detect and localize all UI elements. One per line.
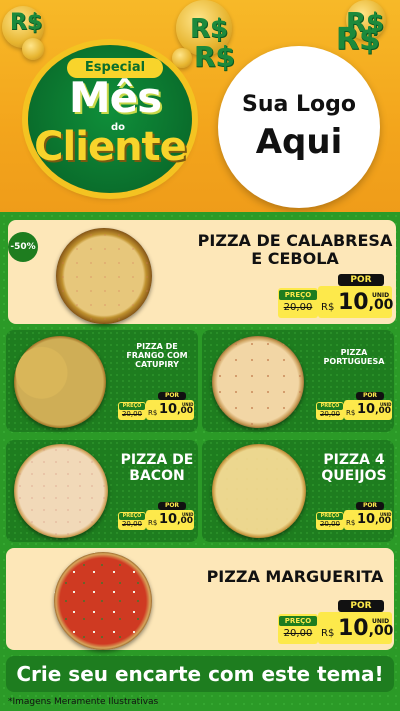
currency-label: R$ xyxy=(321,302,335,313)
por-label: POR xyxy=(356,392,384,400)
product-name: PIZZA DE BACON xyxy=(116,452,198,484)
old-price: 20,00 xyxy=(319,410,341,418)
unid-label: UNID xyxy=(372,292,390,299)
logo-text-line1: Sua Logo xyxy=(241,92,356,117)
money-icon: R$ xyxy=(10,10,43,35)
por-label: POR xyxy=(356,502,384,510)
product-name-line: FRANGO COM xyxy=(126,351,188,361)
old-price: 20,00 xyxy=(283,628,313,639)
new-price-dec: ,00 xyxy=(177,516,194,526)
new-price-dec: ,00 xyxy=(375,516,392,526)
preco-label: PREÇO xyxy=(279,616,317,626)
product-name: PIZZA DE FRANGO COM CATUPIRY xyxy=(116,342,198,370)
new-price-int: 10 xyxy=(338,616,369,641)
price-tag: POR PREÇO 20,00 R$ 10,00 UNID xyxy=(316,392,392,420)
pizza-image xyxy=(14,444,108,538)
logo-placeholder: Sua Logo Aqui xyxy=(218,46,380,208)
new-price-dec: ,00 xyxy=(368,623,394,639)
preco-label: PREÇO xyxy=(279,290,317,300)
unid-label: UNID xyxy=(380,402,392,407)
currency-label: R$ xyxy=(346,519,356,527)
footnote: *Imagens Meramente Ilustrativas xyxy=(8,697,159,707)
currency-label: R$ xyxy=(148,519,158,527)
product-name-line: PIZZA DE CALABRESA xyxy=(197,231,393,250)
currency-label: R$ xyxy=(321,628,335,639)
cta-banner[interactable]: Crie seu encarte com este tema! xyxy=(6,656,394,692)
preco-label: PREÇO xyxy=(119,403,145,410)
pizza-image xyxy=(54,552,152,650)
pizza-image xyxy=(212,336,304,428)
product-name-line: PORTUGUESA xyxy=(323,357,385,367)
product-name-line: PIZZA DE xyxy=(120,452,194,468)
preco-label: PREÇO xyxy=(317,403,343,410)
pizza-image xyxy=(14,336,106,428)
por-label: POR xyxy=(338,274,384,286)
product-name-line: PIZZA MARGUERITA xyxy=(206,567,384,586)
pizza-image xyxy=(56,228,152,324)
currency-label: R$ xyxy=(148,409,158,417)
coin-icon xyxy=(22,38,44,60)
new-price-int: 10 xyxy=(357,402,376,417)
unid-label: UNID xyxy=(372,618,390,625)
money-icon: R$ xyxy=(194,40,236,73)
product-name: PIZZA MARGUERITA xyxy=(196,567,394,586)
price-tag: POR PREÇO 20,00 R$ 10,00 UNID xyxy=(118,502,194,530)
seal-title-line2: Cliente xyxy=(34,124,187,170)
new-price-int: 10 xyxy=(159,402,178,417)
new-price-int: 10 xyxy=(357,512,376,527)
product-name-line: QUEIJOS xyxy=(321,468,387,485)
old-price: 20,00 xyxy=(121,520,143,528)
unid-label: UNID xyxy=(380,512,392,517)
product-name-line: PIZZA xyxy=(340,348,368,357)
preco-label: PREÇO xyxy=(119,513,145,520)
unid-label: UNID xyxy=(182,402,194,407)
product-name-line: E CEBOLA xyxy=(251,249,339,269)
product-name: PIZZA DE CALABRESA E CEBOLA xyxy=(196,231,394,269)
coin-icon xyxy=(172,48,192,68)
product-name-line: BACON xyxy=(129,468,185,485)
old-price: 20,00 xyxy=(283,302,313,313)
por-label: POR xyxy=(158,392,186,400)
currency-label: R$ xyxy=(346,409,356,417)
old-price: 20,00 xyxy=(121,410,143,418)
new-price-dec: ,00 xyxy=(375,406,392,416)
new-price-dec: ,00 xyxy=(368,297,394,313)
unid-label: UNID xyxy=(182,512,194,517)
product-name: PIZZA PORTUGUESA xyxy=(312,348,396,366)
preco-label: PREÇO xyxy=(317,513,343,520)
product-name-line: PIZZA 4 xyxy=(323,452,385,468)
product-name: PIZZA 4 QUEIJOS xyxy=(312,452,396,484)
money-icon: R$ xyxy=(336,22,380,57)
seal-title-line1: Mês xyxy=(68,73,162,122)
discount-badge: -50% xyxy=(8,232,38,262)
logo-text-line2: Aqui xyxy=(255,122,343,162)
price-tag: POR PREÇO 20,00 R$ 10,00 UNID xyxy=(278,600,394,644)
price-tag: POR PREÇO 20,00 R$ 10,00 UNID xyxy=(118,392,194,420)
price-tag: POR PREÇO 20,00 R$ 10,00 UNID xyxy=(278,274,394,318)
por-label: POR xyxy=(338,600,384,612)
price-tag: POR PREÇO 20,00 R$ 10,00 UNID xyxy=(316,502,392,530)
product-name-line: PIZZA DE xyxy=(136,342,178,351)
new-price-int: 10 xyxy=(159,512,178,527)
new-price-dec: ,00 xyxy=(177,406,194,416)
por-label: POR xyxy=(158,502,186,510)
pizza-image xyxy=(212,444,306,538)
new-price-int: 10 xyxy=(338,290,369,315)
product-name-line: CATUPIRY xyxy=(135,360,179,370)
old-price: 20,00 xyxy=(319,520,341,528)
